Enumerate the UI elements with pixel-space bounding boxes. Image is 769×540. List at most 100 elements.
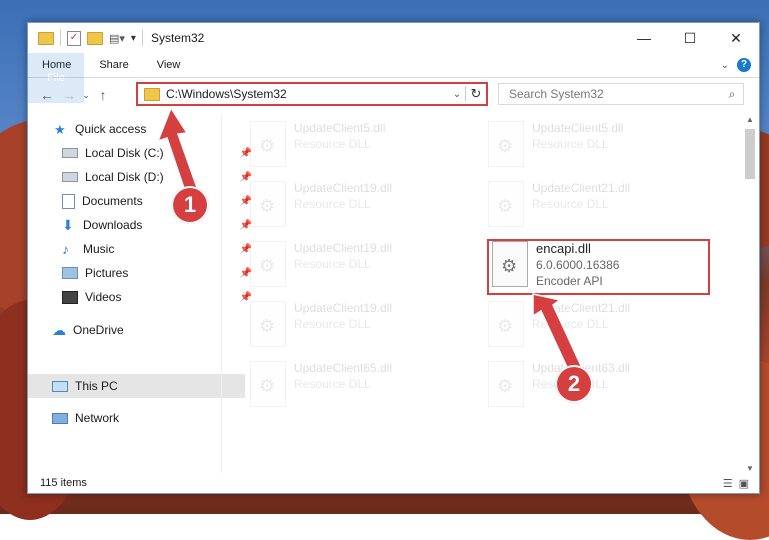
chevron-down-icon[interactable]: ⌄ xyxy=(449,89,465,100)
view-switcher: ☰ ▣ xyxy=(723,477,759,490)
nav-quick-access[interactable]: ★ Quick access xyxy=(28,117,247,141)
cloud-icon: ☁ xyxy=(52,321,66,338)
tab-view[interactable]: View xyxy=(143,53,195,77)
dll-file-icon xyxy=(488,121,524,167)
file-description: Resource DLL xyxy=(294,257,371,271)
nav-label: Quick access xyxy=(75,122,147,136)
status-bar: 115 items ☰ ▣ xyxy=(28,473,759,493)
navigation-pane: ★ Quick access Local Disk (C:) 📌 Local D… xyxy=(28,115,252,473)
file-item[interactable]: UpdateClient19.dll Resource DLL xyxy=(250,179,470,229)
dll-file-icon xyxy=(488,181,524,227)
refresh-icon[interactable]: ↻ xyxy=(465,86,486,102)
recent-locations-icon[interactable]: ⌄ xyxy=(80,90,92,101)
nav-label: This PC xyxy=(75,379,118,393)
search-icon[interactable]: ⌕ xyxy=(721,87,743,102)
properties-icon[interactable]: ✓ xyxy=(67,30,81,46)
expand-ribbon-icon[interactable]: ⌄ xyxy=(721,60,729,71)
file-item[interactable]: UpdateClient21.dll Resource DLL xyxy=(488,179,708,229)
divider xyxy=(141,30,143,46)
details-view-icon[interactable]: ☰ xyxy=(723,477,733,490)
dll-file-icon xyxy=(488,361,524,407)
nav-this-pc[interactable]: This PC xyxy=(28,374,245,398)
video-icon xyxy=(62,290,78,304)
file-description: Resource DLL xyxy=(532,197,609,211)
dll-file-icon xyxy=(250,301,286,347)
view-options-icon[interactable]: ▤▾ xyxy=(109,32,125,45)
drive-icon xyxy=(62,172,78,182)
dll-file-icon xyxy=(488,301,524,347)
file-name: UpdateClient21.dll xyxy=(532,181,631,195)
pane-divider xyxy=(221,115,222,473)
download-icon: ⬇ xyxy=(62,216,74,233)
nav-label: Videos xyxy=(85,290,122,304)
maximize-button[interactable]: ☐ xyxy=(667,23,713,53)
file-name: UpdateClient19.dll xyxy=(294,301,393,315)
tab-share[interactable]: Share xyxy=(85,53,142,77)
nav-label: Documents xyxy=(82,194,143,208)
nav-onedrive[interactable]: ☁ OneDrive xyxy=(28,318,245,342)
dll-file-icon xyxy=(250,181,286,227)
dll-file-icon xyxy=(250,121,286,167)
forward-button[interactable]: → xyxy=(58,87,80,103)
scroll-thumb[interactable] xyxy=(745,129,755,179)
nav-label: Network xyxy=(75,411,120,425)
file-description: Resource DLL xyxy=(294,137,371,151)
file-item[interactable]: UpdateClient5.dll Resource DLL xyxy=(488,119,708,169)
annotation-badge-2: 2 xyxy=(555,365,593,403)
file-description: Resource DLL xyxy=(532,137,609,151)
nav-label: Downloads xyxy=(83,218,143,232)
file-item[interactable]: UpdateClient21.dll Resource DLL xyxy=(488,299,708,349)
nav-network[interactable]: Network xyxy=(28,406,245,430)
address-row: ← → ⌄ ↑ C:\Windows\System32 ⌄ ↻ Search S… xyxy=(28,79,759,111)
ribbon-tabs: File Home Share View ⌄ ? xyxy=(28,53,759,103)
address-bar[interactable]: C:\Windows\System32 ⌄ ↻ xyxy=(136,82,488,106)
large-icons-view-icon[interactable]: ▣ xyxy=(739,477,749,490)
file-item[interactable]: UpdateClient19.dll Resource DLL xyxy=(250,239,470,289)
dll-file-icon xyxy=(250,241,286,287)
file-description: Resource DLL xyxy=(294,197,371,211)
encapi-highlight xyxy=(487,239,710,295)
file-description: Resource DLL xyxy=(532,317,609,331)
window-title: System32 xyxy=(150,31,205,45)
annotation-badge-1: 1 xyxy=(171,186,209,224)
network-icon xyxy=(52,412,68,424)
file-item[interactable]: UpdateClient19.dll Resource DLL xyxy=(250,299,470,349)
close-button[interactable]: ✕ xyxy=(713,23,759,53)
item-count: 115 items xyxy=(40,477,87,489)
scroll-up-icon[interactable]: ▲ xyxy=(743,115,757,124)
file-name: UpdateClient65.dll xyxy=(294,361,393,375)
document-icon xyxy=(62,193,75,209)
file-name: UpdateClient19.dll xyxy=(294,241,393,255)
folder-icon[interactable] xyxy=(38,31,54,45)
folder-icon xyxy=(144,87,160,101)
ribbon-right: ⌄ ? xyxy=(721,53,759,77)
file-item[interactable]: UpdateClient5.dll Resource DLL xyxy=(250,119,470,169)
divider xyxy=(60,30,61,46)
file-description: Resource DLL xyxy=(294,317,371,331)
file-name: UpdateClient21.dll xyxy=(532,301,631,315)
nav-label: Pictures xyxy=(85,266,129,280)
minimize-button[interactable]: — xyxy=(621,23,667,53)
window-controls: — ☐ ✕ xyxy=(621,23,759,53)
drive-icon xyxy=(62,148,78,158)
nav-label: Music xyxy=(83,242,115,256)
address-path[interactable]: C:\Windows\System32 xyxy=(166,87,449,101)
back-button[interactable]: ← xyxy=(36,87,58,103)
up-button[interactable]: ↑ xyxy=(92,87,114,103)
customize-toolbar-icon[interactable]: ▾ xyxy=(131,33,136,44)
vertical-scrollbar[interactable]: ▲ ▼ xyxy=(743,115,757,473)
search-input[interactable]: Search System32 ⌕ xyxy=(498,83,744,105)
file-name: UpdateClient5.dll xyxy=(294,121,386,135)
computer-icon xyxy=(52,380,68,392)
new-folder-icon[interactable] xyxy=(87,31,103,45)
title-bar: ✓ ▤▾ ▾ System32 — ☐ ✕ xyxy=(28,23,759,53)
help-icon[interactable]: ? xyxy=(737,58,751,72)
file-item[interactable]: UpdateClient65.dll Resource DLL xyxy=(250,359,470,409)
nav-label: Local Disk (C:) xyxy=(85,146,164,160)
file-item[interactable]: UpdateClient63.dllResource DLL xyxy=(488,359,708,409)
star-icon: ★ xyxy=(54,121,66,137)
file-name: UpdateClient5.dll xyxy=(532,121,624,135)
quick-access-toolbar: ✓ ▤▾ ▾ xyxy=(28,30,143,46)
scroll-down-icon[interactable]: ▼ xyxy=(743,464,757,473)
search-placeholder: Search System32 xyxy=(509,87,604,101)
